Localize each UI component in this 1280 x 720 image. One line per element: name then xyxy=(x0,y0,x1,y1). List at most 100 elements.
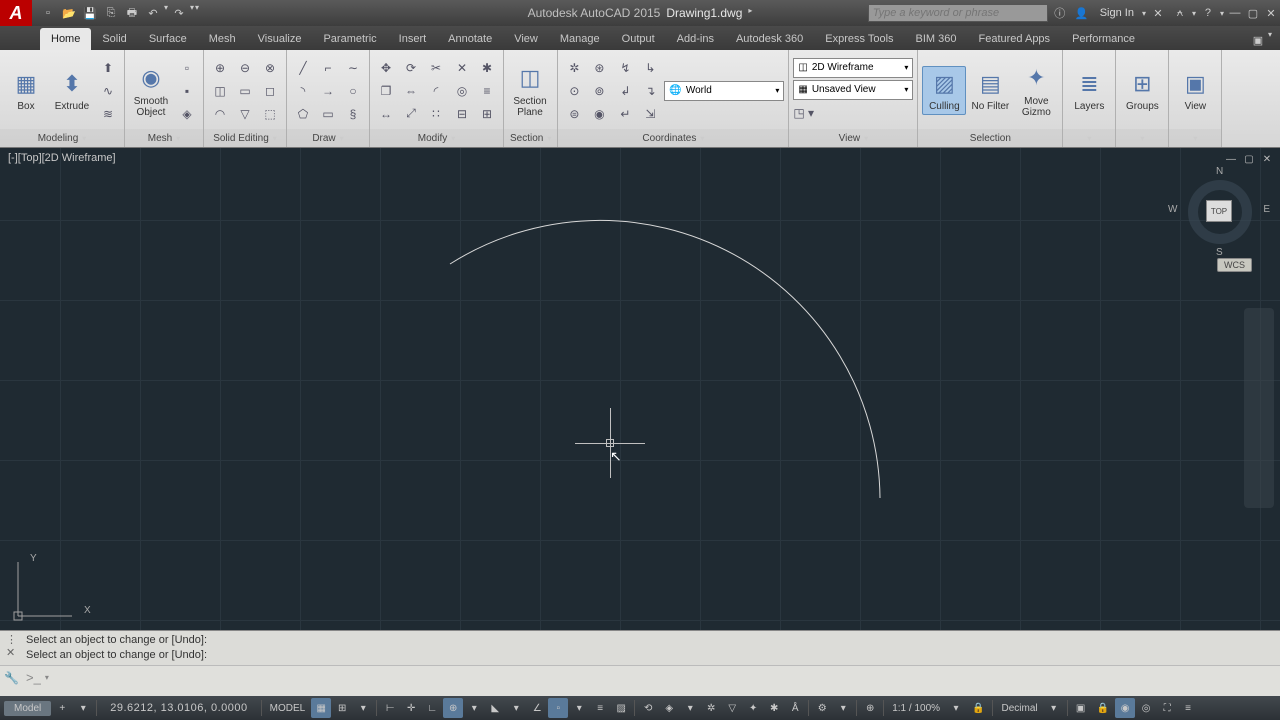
lockui-icon[interactable]: 🔒 xyxy=(1092,698,1114,718)
layers-expand-icon[interactable]: ▾ xyxy=(1087,134,1091,143)
array-icon[interactable]: ∷ xyxy=(424,103,448,125)
spline-icon[interactable]: ∼ xyxy=(341,57,365,79)
undo-icon[interactable]: ↶ xyxy=(143,3,163,23)
explode-icon[interactable]: ✱ xyxy=(475,57,499,79)
quickprops-icon[interactable]: ▣ xyxy=(1071,698,1091,718)
save-icon[interactable]: 💾 xyxy=(80,3,100,23)
extract-icon[interactable]: ◻ xyxy=(258,80,282,102)
shell-icon[interactable]: ⬚ xyxy=(258,103,282,125)
mesh-expand-icon[interactable]: ▾ xyxy=(176,134,180,143)
fillet-edge-icon[interactable]: ◠ xyxy=(208,103,232,125)
open-icon[interactable]: 📂 xyxy=(59,3,79,23)
tab-performance[interactable]: Performance xyxy=(1061,28,1146,50)
close-button[interactable]: ✕ xyxy=(1262,4,1280,22)
layouts-menu-icon[interactable]: ▾ xyxy=(73,698,93,718)
ribbon-collapse-icon[interactable]: ▣ xyxy=(1248,30,1268,50)
scale-icon[interactable]: ⤢ xyxy=(399,103,423,125)
command-line[interactable]: 🔧 >_ ▾ xyxy=(0,666,1280,690)
maximize-button[interactable]: ▢ xyxy=(1244,4,1262,22)
gizmo-status-icon[interactable]: ✦ xyxy=(743,698,763,718)
transparency-icon[interactable]: ▨ xyxy=(611,698,631,718)
dynamic-input-icon[interactable]: ✛ xyxy=(401,698,421,718)
ucs-world-icon[interactable]: ⊛ xyxy=(587,57,611,79)
signin-link[interactable]: Sign In xyxy=(1094,7,1140,19)
ucs-3p-icon[interactable]: ↳ xyxy=(638,57,662,79)
polygon-icon[interactable]: ⬠ xyxy=(291,103,315,125)
tab-annotate[interactable]: Annotate xyxy=(437,28,503,50)
layers-button[interactable]: ≣Layers xyxy=(1067,67,1111,114)
viewcube-e[interactable]: E xyxy=(1263,204,1270,215)
snap-menu-icon[interactable]: ▾ xyxy=(353,698,373,718)
drawing-viewport[interactable]: [-][Top][2D Wireframe] — ▢ ✕ ↖ TOP N S E… xyxy=(0,148,1280,630)
ucs-view-icon[interactable]: ◉ xyxy=(587,103,611,125)
units-readout[interactable]: Decimal xyxy=(996,698,1042,718)
grid-toggle-icon[interactable]: ▦ xyxy=(311,698,331,718)
modeling-expand-icon[interactable]: ▾ xyxy=(82,134,86,143)
help-dropdown-icon[interactable]: ▾ xyxy=(1220,9,1224,18)
move-gizmo-button[interactable]: ✦Move Gizmo xyxy=(1014,62,1058,120)
move-icon[interactable]: ✥ xyxy=(374,57,398,79)
viewcube-w[interactable]: W xyxy=(1168,204,1177,215)
ucs-z-icon[interactable]: ⊜ xyxy=(562,103,586,125)
align-icon[interactable]: ≡ xyxy=(475,80,499,102)
section-plane-button[interactable]: ◫Section Plane xyxy=(508,62,552,120)
workspace-icon[interactable]: ⚙ xyxy=(812,698,832,718)
view-big-button[interactable]: ▣View xyxy=(1173,67,1217,114)
tab-autodesk360[interactable]: Autodesk 360 xyxy=(725,28,814,50)
wcs-badge[interactable]: WCS xyxy=(1217,258,1252,272)
ucs-prev-icon[interactable]: ↵ xyxy=(613,103,637,125)
osnap-menu-icon[interactable]: ▾ xyxy=(569,698,589,718)
ucs-obj-icon[interactable]: ↴ xyxy=(638,80,662,102)
intersect-icon[interactable]: ⊗ xyxy=(258,57,282,79)
osnap-track-icon[interactable]: ∠ xyxy=(527,698,547,718)
mirror-icon[interactable]: ⇔ xyxy=(399,80,423,102)
copy-icon[interactable]: ❐ xyxy=(374,80,398,102)
solidediting-expand-icon[interactable]: ▾ xyxy=(273,134,277,143)
trim-icon[interactable]: ✂ xyxy=(424,57,448,79)
ray-icon[interactable]: → xyxy=(316,80,340,102)
slice-icon[interactable]: ◫ xyxy=(208,80,232,102)
union-icon[interactable]: ⊕ xyxy=(208,57,232,79)
join-icon[interactable]: ⊞ xyxy=(475,103,499,125)
thicken-icon[interactable]: ▭ xyxy=(233,80,257,102)
tab-expresstools[interactable]: Express Tools xyxy=(814,28,904,50)
viewcube[interactable]: TOP N S E W xyxy=(1180,172,1260,252)
ucs-icon[interactable]: ✲ xyxy=(562,57,586,79)
ortho-toggle-icon[interactable]: ∟ xyxy=(422,698,442,718)
tab-parametric[interactable]: Parametric xyxy=(312,28,387,50)
a360-dropdown-icon[interactable]: ▾ xyxy=(1192,9,1196,18)
polar-toggle-icon[interactable]: ⊕ xyxy=(443,698,463,718)
circle-icon[interactable]: ○ xyxy=(341,80,365,102)
scale-lock-icon[interactable]: 🔒 xyxy=(967,698,989,718)
saved-view-combo[interactable]: ▦ Unsaved View▾ xyxy=(793,80,913,100)
tab-mesh[interactable]: Mesh xyxy=(198,28,247,50)
rotate-icon[interactable]: ⟳ xyxy=(399,57,423,79)
nofilter-button[interactable]: ▤No Filter xyxy=(968,67,1012,114)
lineweight-icon[interactable]: ≡ xyxy=(590,698,610,718)
box-button[interactable]: ▦Box xyxy=(4,67,48,114)
section-expand-icon[interactable]: ▾ xyxy=(547,134,551,143)
extrude-button[interactable]: ⬍Extrude xyxy=(50,67,94,114)
exchange-icon[interactable]: ✕ xyxy=(1148,3,1168,23)
groups-button[interactable]: ⊞Groups xyxy=(1120,67,1164,114)
rectangle-icon[interactable]: ▭ xyxy=(316,103,340,125)
redo-dropdown-icon[interactable]: ▾ xyxy=(190,3,194,23)
fillet-icon[interactable]: ◜ xyxy=(424,80,448,102)
search-input[interactable] xyxy=(868,4,1048,22)
iso-toggle-icon[interactable]: ◣ xyxy=(485,698,505,718)
visual-style-combo[interactable]: ◫ 2D Wireframe▾ xyxy=(793,58,913,78)
draw-expand-icon[interactable]: ▾ xyxy=(340,134,344,143)
minimize-button[interactable]: — xyxy=(1226,4,1244,22)
snap-toggle-icon[interactable]: ⊞ xyxy=(332,698,352,718)
smooth-object-button[interactable]: ◉Smooth Object xyxy=(129,62,173,120)
viewcube-n[interactable]: N xyxy=(1216,166,1223,177)
scale-readout[interactable]: 1:1 / 100% xyxy=(887,698,945,718)
dynucs-icon[interactable]: ✲ xyxy=(701,698,721,718)
tab-solid[interactable]: Solid xyxy=(91,28,137,50)
mesh-more-icon[interactable]: ▫ xyxy=(175,57,199,79)
isolate-icon[interactable]: ◎ xyxy=(1136,698,1156,718)
subtract-icon[interactable]: ⊖ xyxy=(233,57,257,79)
add-layout-icon[interactable]: + xyxy=(52,698,72,718)
saveas-icon[interactable]: ⎘ xyxy=(101,3,121,23)
signin-dropdown-icon[interactable]: ▾ xyxy=(1142,9,1146,18)
